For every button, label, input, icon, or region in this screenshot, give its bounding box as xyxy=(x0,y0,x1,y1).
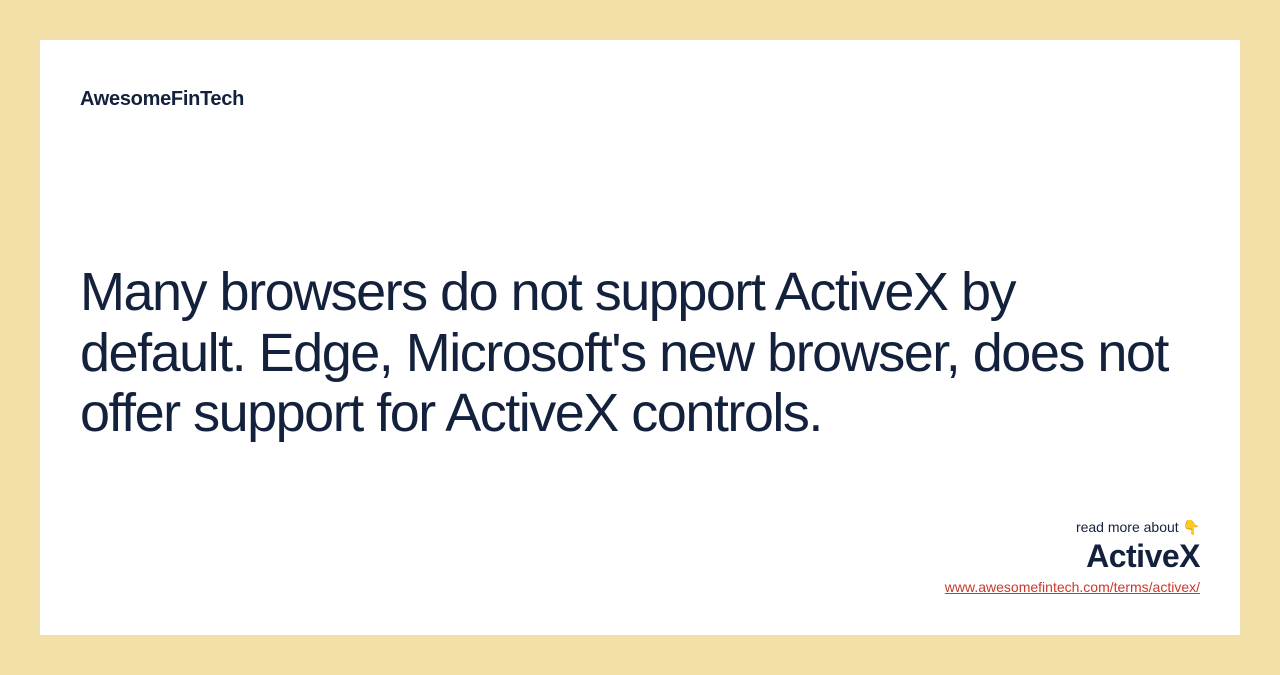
quote-text: Many browsers do not support ActiveX by … xyxy=(80,262,1180,443)
read-more-label: read more about 👇 xyxy=(945,519,1200,536)
content-card: AwesomeFinTech Many browsers do not supp… xyxy=(40,40,1240,635)
brand-title: AwesomeFinTech xyxy=(80,88,1200,111)
term-link[interactable]: www.awesomefintech.com/terms/activex/ xyxy=(945,579,1200,595)
footer-section: read more about 👇 ActiveX www.awesomefin… xyxy=(945,519,1200,595)
term-name: ActiveX xyxy=(945,538,1200,575)
